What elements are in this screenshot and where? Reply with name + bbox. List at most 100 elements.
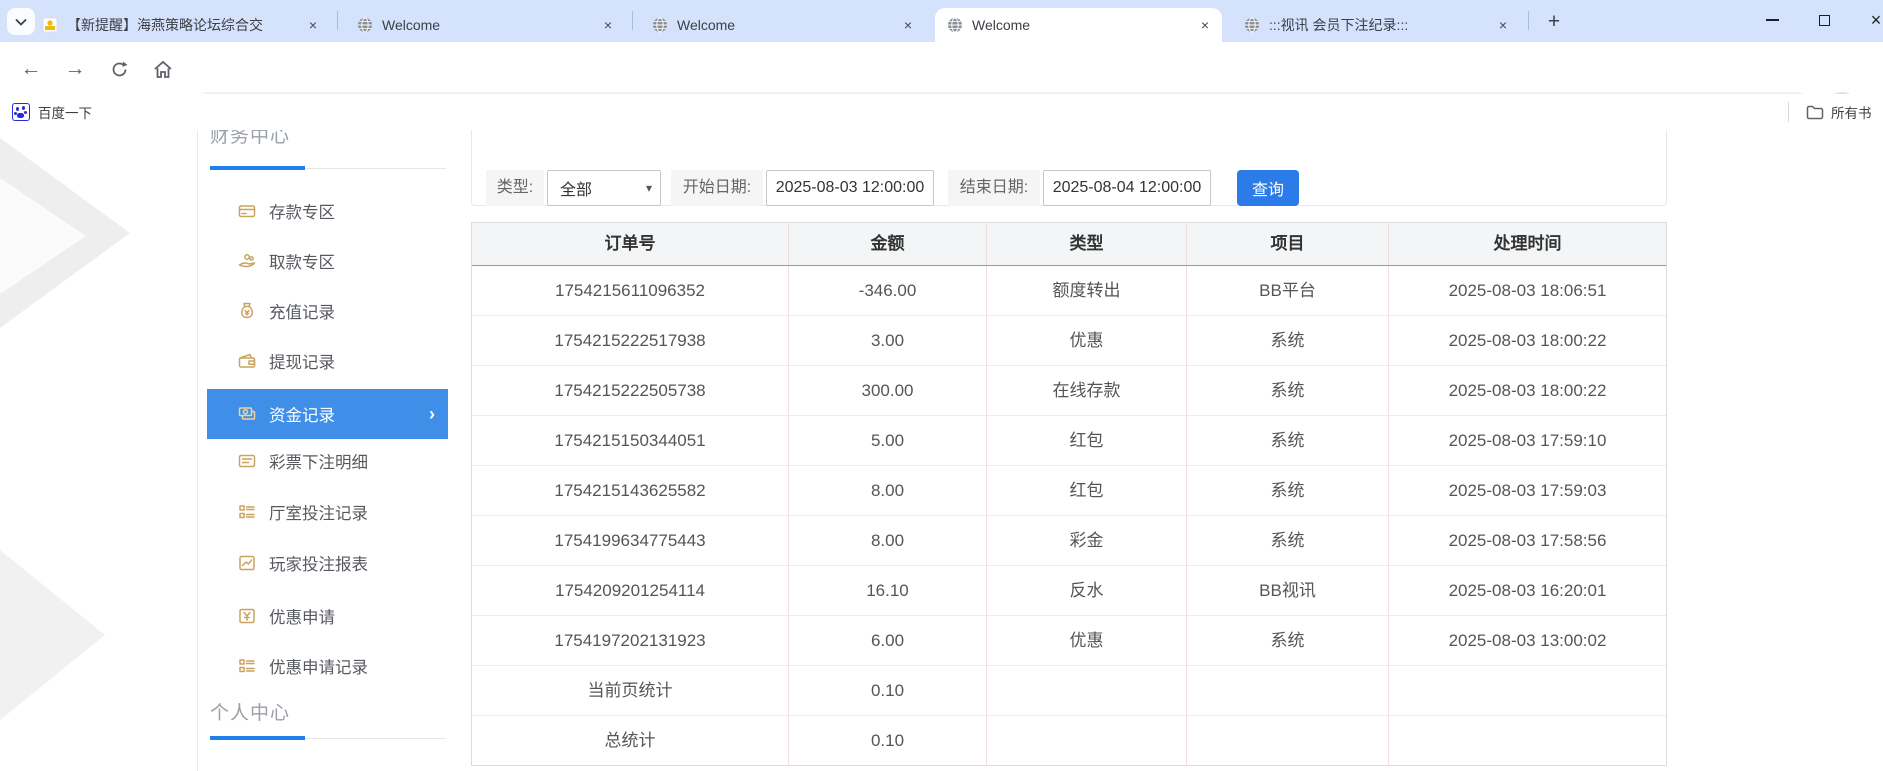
type-cell: 红包 <box>986 416 1186 465</box>
sidebar: 财务中心 存款专区 取款专区 充值记录 提现记录 资金记录 <box>207 130 448 771</box>
all-bookmarks-button[interactable]: 所有书 <box>1806 94 1872 130</box>
order-cell: 1754209201254114 <box>472 566 788 615</box>
amount-cell: 3.00 <box>788 316 986 365</box>
type-filter-label: 类型: <box>486 170 544 206</box>
sidebar-item-withdraw-zone[interactable]: 取款专区 <box>207 236 448 286</box>
amount-cell: 8.00 <box>788 466 986 515</box>
reload-icon <box>110 60 129 79</box>
sidebar-item-deposit-zone[interactable]: 存款专区 <box>207 186 448 236</box>
order-cell: 1754199634775443 <box>472 516 788 565</box>
tab-divider <box>337 11 338 30</box>
type-cell: 优惠 <box>986 316 1186 365</box>
empty-cell <box>986 716 1186 765</box>
time-cell: 2025-08-03 16:20:01 <box>1388 566 1666 615</box>
home-icon <box>153 60 173 79</box>
tab-close-icon[interactable]: × <box>1494 16 1512 34</box>
project-cell: 系统 <box>1186 416 1388 465</box>
amount-cell: 300.00 <box>788 366 986 415</box>
back-button[interactable]: ← <box>12 50 50 88</box>
tab-title: 【新提醒】海燕策略论坛综合交 <box>67 15 296 35</box>
ticket-list-icon <box>238 452 256 470</box>
home-button[interactable] <box>144 50 182 88</box>
column-header-amount: 金额 <box>788 223 986 265</box>
table-row: 1754209201254114 16.10 反水 BB视讯 2025-08-0… <box>472 566 1666 616</box>
list-icon <box>238 657 256 675</box>
type-cell: 彩金 <box>986 516 1186 565</box>
report-chart-icon <box>238 554 256 572</box>
window-close-button[interactable]: × <box>1853 0 1883 40</box>
sidebar-separator <box>197 130 198 771</box>
main-content: 类型: 全部 ▾ 开始日期: 结束日期: 查询 订单号 金额 类型 <box>471 130 1667 771</box>
start-date-input[interactable] <box>766 170 934 206</box>
sidebar-item-lottery-bet-details[interactable]: 彩票下注明细 <box>207 436 448 486</box>
time-cell: 2025-08-03 17:59:03 <box>1388 466 1666 515</box>
table-row: 1754215222517938 3.00 优惠 系统 2025-08-03 1… <box>472 316 1666 366</box>
banknotes-icon <box>238 405 256 423</box>
summary-label: 当前页统计 <box>472 666 788 715</box>
decorative-shape <box>0 178 86 294</box>
browser-tab-video-records[interactable]: :::视讯 会员下注纪录::: × <box>1232 8 1520 42</box>
project-cell: BB视讯 <box>1186 566 1388 615</box>
new-tab-button[interactable]: + <box>1540 8 1568 36</box>
sidebar-item-promo-apply[interactable]: 优惠申请 <box>207 591 448 641</box>
table-row: 1754215222505738 300.00 在线存款 系统 2025-08-… <box>472 366 1666 416</box>
sidebar-item-room-bet-records[interactable]: 厅室投注记录 <box>207 487 448 537</box>
chevron-right-icon: › <box>429 404 435 425</box>
time-cell: 2025-08-03 18:00:22 <box>1388 366 1666 415</box>
column-header-project: 项目 <box>1186 223 1388 265</box>
tab-close-icon[interactable]: × <box>599 16 617 34</box>
sidebar-item-withdrawal-records[interactable]: 提现记录 <box>207 336 448 386</box>
table-header-row: 订单号 金额 类型 项目 处理时间 <box>472 223 1666 266</box>
sidebar-item-funds-records[interactable]: 资金记录 › <box>207 389 448 439</box>
amount-cell: 5.00 <box>788 416 986 465</box>
type-select[interactable]: 全部 ▾ <box>547 170 661 206</box>
page-content: 财务中心 存款专区 取款专区 充值记录 提现记录 资金记录 <box>0 130 1883 771</box>
bookmark-baidu[interactable]: 百度一下 <box>12 94 92 130</box>
amount-cell: 16.10 <box>788 566 986 615</box>
coupon-icon <box>238 607 256 625</box>
tab-divider <box>1528 11 1529 30</box>
browser-tab-forum[interactable]: 【新提醒】海燕策略论坛综合交 × <box>30 8 330 42</box>
forward-button[interactable]: → <box>56 50 94 88</box>
browser-tab-welcome-2[interactable]: Welcome × <box>640 8 925 42</box>
table-row: 1754215150344051 5.00 红包 系统 2025-08-03 1… <box>472 416 1666 466</box>
sidebar-item-player-bet-report[interactable]: 玩家投注报表 <box>207 538 448 588</box>
amount-cell: -346.00 <box>788 266 986 315</box>
order-cell: 1754215150344051 <box>472 416 788 465</box>
project-cell: BB平台 <box>1186 266 1388 315</box>
sidebar-item-promo-apply-records[interactable]: 优惠申请记录 <box>207 641 448 691</box>
empty-cell <box>986 666 1186 715</box>
order-cell: 1754197202131923 <box>472 616 788 665</box>
chevron-down-icon <box>15 18 27 26</box>
tab-close-icon[interactable]: × <box>304 16 322 34</box>
table-row: 1754215611096352 -346.00 额度转出 BB平台 2025-… <box>472 266 1666 316</box>
time-cell: 2025-08-03 18:00:22 <box>1388 316 1666 365</box>
amount-cell: 6.00 <box>788 616 986 665</box>
tab-title: Welcome <box>972 17 1188 33</box>
column-header-time: 处理时间 <box>1388 223 1666 265</box>
table-row: 1754199634775443 8.00 彩金 系统 2025-08-03 1… <box>472 516 1666 566</box>
tab-close-icon[interactable]: × <box>899 16 917 34</box>
window-restore-button[interactable] <box>1801 0 1847 40</box>
summary-row-total: 总统计 0.10 <box>472 716 1666 765</box>
project-cell: 系统 <box>1186 466 1388 515</box>
tab-strip: 【新提醒】海燕策略论坛综合交 × Welcome × Welcome × Wel… <box>0 0 1883 42</box>
all-bookmarks-label: 所有书 <box>1831 102 1872 122</box>
empty-cell <box>1186 716 1388 765</box>
filter-panel: 类型: 全部 ▾ 开始日期: 结束日期: 查询 <box>471 130 1667 206</box>
type-cell: 红包 <box>986 466 1186 515</box>
order-cell: 1754215222505738 <box>472 366 788 415</box>
reload-button[interactable] <box>100 50 138 88</box>
tab-close-icon[interactable]: × <box>1196 16 1214 34</box>
restore-icon <box>1819 15 1830 26</box>
end-date-input[interactable] <box>1043 170 1211 206</box>
window-minimize-button[interactable] <box>1749 0 1795 40</box>
order-cell: 1754215611096352 <box>472 266 788 315</box>
sidebar-item-recharge-records[interactable]: 充值记录 <box>207 286 448 336</box>
browser-tab-welcome-1[interactable]: Welcome × <box>345 8 625 42</box>
summary-amount: 0.10 <box>788 716 986 765</box>
search-button[interactable]: 查询 <box>1237 170 1299 206</box>
empty-cell <box>1388 716 1666 765</box>
browser-tab-welcome-active[interactable]: Welcome × <box>935 8 1222 42</box>
type-cell: 优惠 <box>986 616 1186 665</box>
